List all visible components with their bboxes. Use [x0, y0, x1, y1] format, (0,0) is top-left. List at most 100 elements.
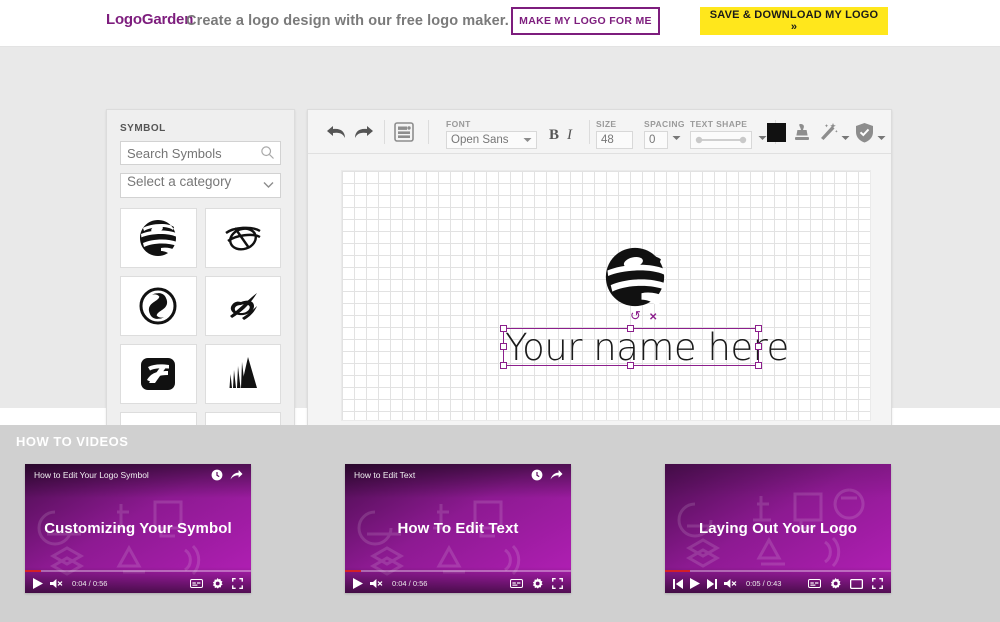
stamp-icon[interactable]: [794, 123, 810, 142]
video-center-title: Customizing Your Symbol: [25, 520, 251, 537]
fullscreen-icon[interactable]: [552, 578, 563, 589]
category-select[interactable]: Select a category: [120, 173, 281, 198]
video-progress-bar[interactable]: [25, 570, 251, 572]
layers-icon[interactable]: [394, 122, 414, 142]
editor-section: SYMBOL Select a category: [0, 47, 1000, 408]
symbol-grid: [120, 208, 281, 437]
magic-wand-chevron-down-icon[interactable]: [841, 135, 850, 141]
italic-button[interactable]: I: [567, 127, 572, 144]
comet-oval-symbol: [222, 285, 264, 327]
symbol-thumb-comet-oval[interactable]: [205, 276, 282, 336]
volume-mute-icon[interactable]: [724, 578, 737, 589]
logo-canvas[interactable]: ↺ ✕ Your name here: [341, 170, 871, 421]
handle-bottom-left[interactable]: [500, 362, 507, 369]
size-input[interactable]: 48: [596, 131, 633, 149]
redo-icon[interactable]: [352, 123, 374, 141]
video-controls-left: 0:04 / 0:56: [33, 578, 107, 589]
undo-icon[interactable]: [326, 123, 348, 141]
fullscreen-icon[interactable]: [232, 578, 243, 589]
previous-track-icon[interactable]: [673, 579, 683, 589]
captions-icon[interactable]: [808, 579, 821, 588]
video-bar-title: How to Edit Your Logo Symbol: [34, 470, 149, 480]
video-time: 0:04 / 0:56: [392, 579, 427, 588]
video-controls-right: [510, 578, 563, 589]
volume-mute-icon[interactable]: [370, 578, 383, 589]
handle-bottom-center[interactable]: [627, 362, 634, 369]
handle-bottom-right[interactable]: [755, 362, 762, 369]
text-shape-slider[interactable]: [690, 131, 752, 149]
symbol-thumb-swirl-circle[interactable]: [120, 276, 197, 336]
brand-logo-text: LogoGarden: [106, 11, 193, 29]
video-card-laying-out-your-logo[interactable]: Laying Out Your Logo 0:05 / 0:43: [665, 464, 891, 593]
search-icon[interactable]: [260, 145, 275, 160]
delete-handle[interactable]: ✕: [649, 313, 657, 323]
video-center-title: Laying Out Your Logo: [665, 520, 891, 537]
clock-icon[interactable]: [531, 469, 543, 481]
canvas-symbol-striped-sphere[interactable]: [600, 243, 670, 311]
video-card-how-to-edit-text[interactable]: How to Edit Text How To Edit Text 0:04 /…: [345, 464, 571, 593]
search-symbols-wrap: [120, 141, 281, 165]
spacing-chevron-down-icon[interactable]: [672, 135, 681, 141]
symbol-thumb-orbit-ellipse[interactable]: [205, 208, 282, 268]
chevron-down-icon: [523, 137, 532, 143]
brand-logo[interactable]: LogoGarden: [106, 11, 193, 29]
video-top-icons: [211, 469, 243, 481]
how-to-videos-title: HOW TO VIDEOS: [16, 434, 128, 449]
handle-top-center[interactable]: [627, 325, 634, 332]
gear-icon[interactable]: [830, 578, 841, 589]
spacing-label: SPACING: [644, 119, 685, 129]
symbol-thumb-striped-sphere[interactable]: [120, 208, 197, 268]
symbol-thumb-rounded-square-stripes[interactable]: [120, 344, 197, 404]
slider-icon: [691, 132, 751, 148]
share-icon[interactable]: [230, 469, 243, 481]
bold-button[interactable]: B: [549, 127, 559, 144]
video-time: 0:04 / 0:56: [72, 579, 107, 588]
canvas-panel: FONT Open Sans B I SIZE 48 SPACING 0 TEX: [307, 109, 892, 437]
play-icon[interactable]: [690, 578, 700, 589]
theater-mode-icon[interactable]: [850, 579, 863, 589]
volume-mute-icon[interactable]: [50, 578, 63, 589]
handle-top-left[interactable]: [500, 325, 507, 332]
handle-middle-left[interactable]: [500, 343, 507, 350]
make-my-logo-button[interactable]: MAKE MY LOGO FOR ME: [511, 7, 660, 35]
gear-icon[interactable]: [532, 578, 543, 589]
handle-top-right[interactable]: [755, 325, 762, 332]
search-symbols-input[interactable]: [120, 141, 281, 165]
video-progress-bar[interactable]: [665, 570, 891, 572]
rotate-handle[interactable]: ↺: [630, 309, 641, 322]
save-download-button[interactable]: SAVE & DOWNLOAD MY LOGO »: [700, 7, 888, 35]
fullscreen-icon[interactable]: [872, 578, 883, 589]
video-bar-title: How to Edit Text: [354, 470, 415, 480]
video-controls-right: [190, 578, 243, 589]
site-header: LogoGarden Create a logo design with our…: [0, 0, 1000, 47]
play-icon[interactable]: [33, 578, 43, 589]
captions-icon[interactable]: [510, 579, 523, 588]
video-card-customizing-your-symbol[interactable]: How to Edit Your Logo Symbol Customizing…: [25, 464, 251, 593]
gear-icon[interactable]: [212, 578, 223, 589]
handle-middle-right[interactable]: [755, 343, 762, 350]
symbol-thumb-sail-peaks[interactable]: [205, 344, 282, 404]
next-track-icon[interactable]: [707, 579, 717, 589]
magic-wand-icon[interactable]: [818, 122, 838, 142]
orbit-ellipse-symbol: [222, 217, 264, 259]
font-label: FONT: [446, 119, 471, 129]
color-swatch-button[interactable]: [767, 123, 786, 142]
font-select[interactable]: Open Sans: [446, 131, 537, 149]
video-controls-left: 0:04 / 0:56: [353, 578, 427, 589]
clock-icon[interactable]: [211, 469, 223, 481]
video-progress-bar[interactable]: [345, 570, 571, 572]
canvas-text[interactable]: Your name here: [505, 325, 789, 371]
shield-chevron-down-icon[interactable]: [877, 135, 886, 141]
font-value: Open Sans: [451, 134, 509, 146]
rounded-square-stripes-symbol: [137, 353, 179, 395]
play-icon[interactable]: [353, 578, 363, 589]
spacing-input[interactable]: 0: [644, 131, 668, 149]
share-icon[interactable]: [550, 469, 563, 481]
site-tagline: Create a logo design with our free logo …: [186, 13, 509, 29]
editor-toolbar: FONT Open Sans B I SIZE 48 SPACING 0 TEX: [308, 110, 891, 154]
text-selection-box[interactable]: Your name here: [503, 328, 759, 366]
shield-check-icon[interactable]: [855, 122, 874, 143]
text-shape-chevron-down-icon[interactable]: [758, 135, 767, 141]
captions-icon[interactable]: [190, 579, 203, 588]
striped-sphere-symbol: [137, 217, 179, 259]
